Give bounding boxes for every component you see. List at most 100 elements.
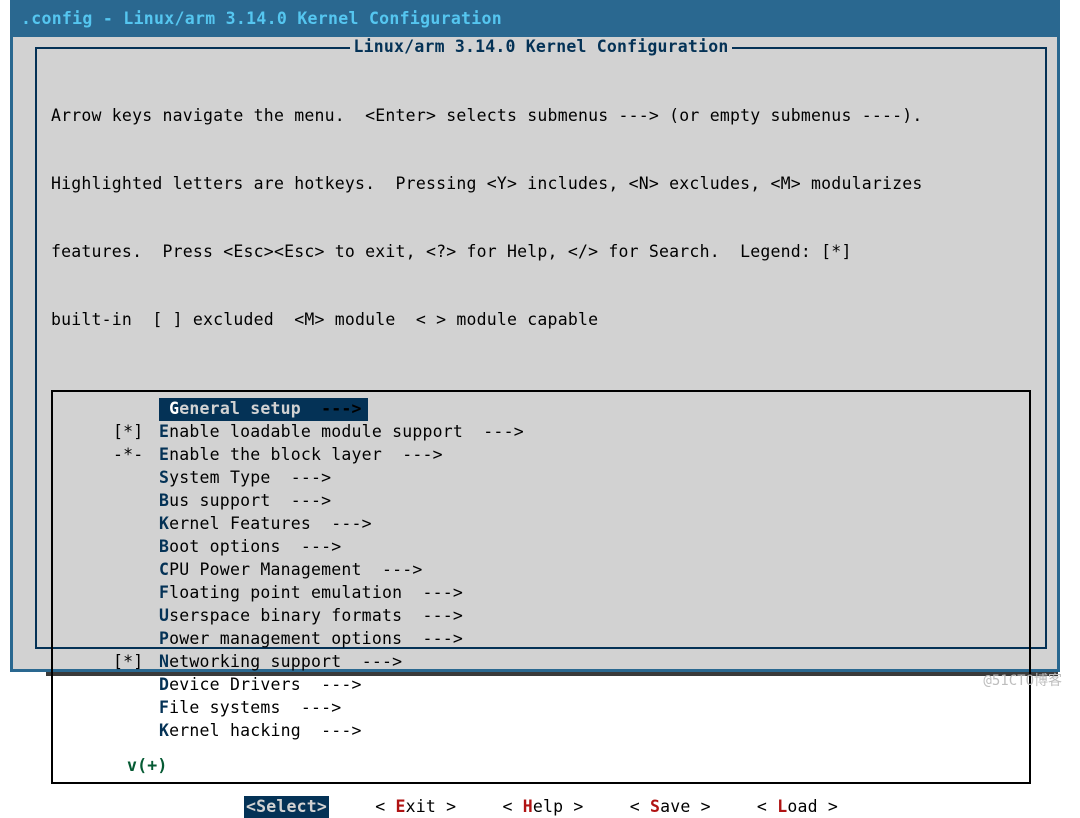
help-line: Arrow keys navigate the menu. <Enter> se… <box>51 105 1031 128</box>
help-button[interactable]: < Help > <box>502 796 583 818</box>
menu-item-mark <box>113 697 159 720</box>
menu-item-hotkey: C <box>159 560 169 579</box>
submenu-arrow-icon: ---> <box>281 536 342 559</box>
menu-item[interactable]: Boot options ---> <box>113 536 1029 559</box>
menu-item-mark <box>113 398 159 421</box>
select-button[interactable]: <Select> <box>244 796 329 818</box>
menu-item-mark: [*] <box>113 651 159 674</box>
menu-item-text: PU Power Management <box>169 560 362 579</box>
menu-item[interactable]: Kernel hacking ---> <box>113 720 1029 743</box>
menu-item[interactable]: [*]Networking support ---> <box>113 651 1029 674</box>
menu-item[interactable]: General setup ---> <box>113 398 1029 421</box>
submenu-arrow-icon: ---> <box>301 674 362 697</box>
menu-item-mark <box>113 628 159 651</box>
menu-item-mark <box>113 582 159 605</box>
menu-item-mark <box>113 720 159 743</box>
menu-item-hotkey: F <box>159 698 169 717</box>
menu-item-hotkey: F <box>159 583 169 602</box>
load-button[interactable]: < Load > <box>757 796 838 818</box>
menu-item-label: Floating point emulation <box>159 582 402 605</box>
submenu-arrow-icon: ---> <box>311 513 372 536</box>
menu-item-text: etworking support <box>169 652 341 671</box>
window-title: .config - Linux/arm 3.14.0 Kernel Config… <box>21 9 502 28</box>
menu-item-hotkey: P <box>159 629 169 648</box>
submenu-arrow-icon: ---> <box>402 605 463 628</box>
save-button[interactable]: < Save > <box>630 796 711 818</box>
window-titlebar: .config - Linux/arm 3.14.0 Kernel Config… <box>13 3 1057 37</box>
menu-item-hotkey: B <box>159 491 169 510</box>
menu-item-label: System Type <box>159 467 270 490</box>
menu-item[interactable]: Bus support ---> <box>113 490 1029 513</box>
menu-item[interactable]: CPU Power Management ---> <box>113 559 1029 582</box>
menu-item-label: Bus support <box>159 490 270 513</box>
submenu-arrow-icon: ---> <box>463 421 524 444</box>
menu-item-label: Userspace binary formats <box>159 605 402 628</box>
menu-item-hotkey: G <box>169 399 179 418</box>
terminal-window: .config - Linux/arm 3.14.0 Kernel Config… <box>10 0 1060 672</box>
menu-item-mark <box>113 605 159 628</box>
menu-item-label: Enable the block layer <box>159 444 382 467</box>
menu-item-label: CPU Power Management <box>159 559 362 582</box>
menu-item-mark: -*- <box>113 444 159 467</box>
menu-item-hotkey: E <box>159 445 169 464</box>
menu-item-text: loating point emulation <box>169 583 402 602</box>
menu-item[interactable]: -*-Enable the block layer ---> <box>113 444 1029 467</box>
menu-item-label: File systems <box>159 697 281 720</box>
menu-box: General setup --->[*]Enable loadable mod… <box>51 390 1031 784</box>
menu-item-text: eneral setup <box>179 399 301 418</box>
submenu-arrow-icon: ---> <box>301 720 362 743</box>
submenu-arrow-icon: ---> <box>270 490 331 513</box>
menu-item[interactable]: Userspace binary formats ---> <box>113 605 1029 628</box>
menu-item-mark <box>113 490 159 513</box>
menu-item-mark <box>113 467 159 490</box>
menu-item-text: serspace binary formats <box>169 606 402 625</box>
menu-item-text: nable loadable module support <box>169 422 463 441</box>
menu-item-hotkey: K <box>159 514 169 533</box>
menu-item-label: Boot options <box>159 536 281 559</box>
menu-item-text: evice Drivers <box>169 675 301 694</box>
submenu-arrow-icon: ---> <box>402 628 463 651</box>
menu-item-text: nable the block layer <box>169 445 382 464</box>
menu-item[interactable]: Floating point emulation ---> <box>113 582 1029 605</box>
help-line: built-in [ ] excluded <M> module < > mod… <box>51 309 1031 332</box>
help-line: features. Press <Esc><Esc> to exit, <?> … <box>51 241 1031 264</box>
menu-item[interactable]: Device Drivers ---> <box>113 674 1029 697</box>
menu-item-hotkey: E <box>159 422 169 441</box>
menu-item[interactable]: Power management options ---> <box>113 628 1029 651</box>
submenu-arrow-icon: ---> <box>382 444 443 467</box>
help-line: Highlighted letters are hotkeys. Pressin… <box>51 173 1031 196</box>
menu-item-label: Kernel hacking <box>159 720 301 743</box>
submenu-arrow-icon: ---> <box>402 582 463 605</box>
menu-item-mark <box>113 536 159 559</box>
menu-item-hotkey: K <box>159 721 169 740</box>
menu-item-label: Kernel Features <box>159 513 311 536</box>
menu-item-label: Device Drivers <box>159 674 301 697</box>
menu-item-hotkey: N <box>159 652 169 671</box>
menu-item-mark <box>113 559 159 582</box>
menu-item-text: ernel Features <box>169 514 311 533</box>
menu-item-text: us support <box>169 491 270 510</box>
dialog-help-text: Arrow keys navigate the menu. <Enter> se… <box>37 49 1045 382</box>
menu-item-label: Networking support <box>159 651 341 674</box>
menu-item-text: ower management options <box>169 629 402 648</box>
menu-list: General setup --->[*]Enable loadable mod… <box>53 398 1029 743</box>
button-bar: <Select> < Exit > < Help > < Save > < Lo… <box>37 786 1045 818</box>
submenu-arrow-icon: ---> <box>341 651 402 674</box>
exit-button[interactable]: < Exit > <box>375 796 456 818</box>
submenu-arrow-icon: ---> <box>270 467 331 490</box>
menu-item[interactable]: [*]Enable loadable module support ---> <box>113 421 1029 444</box>
submenu-arrow-icon: ---> <box>301 399 362 418</box>
menu-item-mark: [*] <box>113 421 159 444</box>
menu-item[interactable]: File systems ---> <box>113 697 1029 720</box>
menu-item-text: ystem Type <box>169 468 270 487</box>
menu-item[interactable]: Kernel Features ---> <box>113 513 1029 536</box>
menu-item-hotkey: U <box>159 606 169 625</box>
menu-item-text: ile systems <box>169 698 280 717</box>
menu-item-label: General setup ---> <box>159 398 368 421</box>
menu-item[interactable]: System Type ---> <box>113 467 1029 490</box>
more-below-indicator: v(+) <box>127 755 168 778</box>
menu-item-text: oot options <box>169 537 280 556</box>
menu-item-hotkey: S <box>159 468 169 487</box>
watermark: @51CTO博客 <box>983 672 1062 691</box>
menu-item-mark <box>113 674 159 697</box>
